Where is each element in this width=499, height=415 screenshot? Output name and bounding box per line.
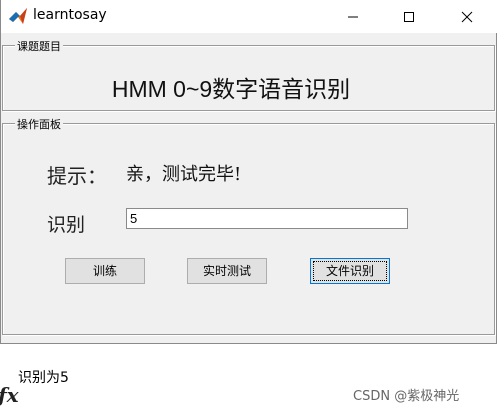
console-output: 识别为5 xyxy=(18,370,69,386)
page-title: HMM 0~9数字语音识别 xyxy=(111,76,351,102)
file-recognition-button[interactable]: 文件识别 xyxy=(310,258,390,284)
maximize-button[interactable] xyxy=(386,0,432,33)
hint-label: 提示： xyxy=(47,164,107,188)
recognition-label: 识别 xyxy=(47,214,86,236)
fx-icon: fx xyxy=(0,383,19,407)
control-panel-label: 操作面板 xyxy=(15,116,63,132)
recognition-result-field[interactable]: 5 xyxy=(126,208,408,229)
app-window: learntosay 课题题目 HMM 0~9数字语音识别 操作面板 提示： 亲… xyxy=(0,0,498,344)
hint-value: 亲，测试完毕! xyxy=(126,164,242,185)
minimize-button[interactable] xyxy=(330,0,376,33)
window-title: learntosay xyxy=(33,7,107,23)
close-icon xyxy=(461,11,473,23)
topic-groupbox-label: 课题题目 xyxy=(15,38,63,54)
file-recognition-button-label: 文件识别 xyxy=(313,261,387,281)
minimize-icon xyxy=(348,16,358,18)
watermark: CSDN @紫极神光 xyxy=(353,389,460,404)
title-bar: learntosay xyxy=(1,0,498,33)
realtime-test-button[interactable]: 实时测试 xyxy=(187,258,267,284)
matlab-icon xyxy=(9,7,27,25)
train-button[interactable]: 训练 xyxy=(65,258,145,284)
close-button[interactable] xyxy=(444,0,490,33)
maximize-icon xyxy=(404,12,414,22)
